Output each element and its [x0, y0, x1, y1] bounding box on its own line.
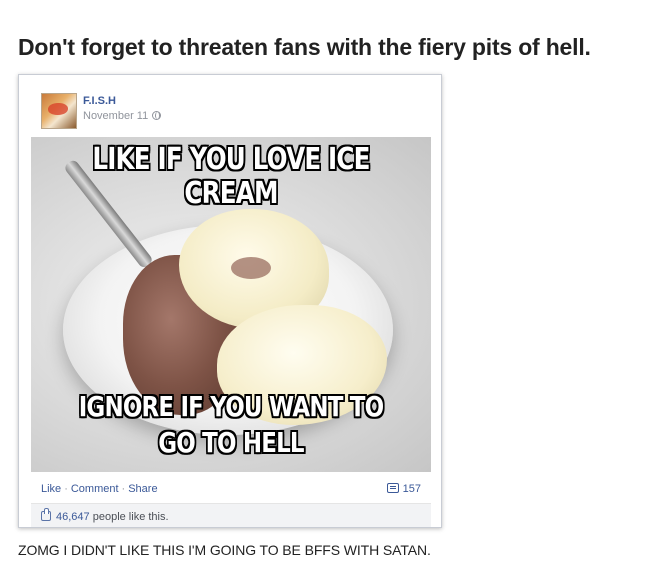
- caption-text: ZOMG I DIDN'T LIKE THIS I'M GOING TO BE …: [18, 542, 431, 558]
- likes-summary: 46,647 people like this.: [31, 503, 431, 527]
- meme-bottom-text: IGNORE IF YOU WANT TO GO TO HELL: [67, 389, 395, 461]
- meme-bottom-line-1: IGNORE IF YOU WANT TO: [78, 390, 384, 423]
- likes-label: people like this.: [92, 511, 169, 523]
- meme-top-text: LIKE IF YOU LOVE ICE CREAM: [92, 142, 370, 211]
- comment-count-value[interactable]: 157: [403, 483, 421, 495]
- post-date-text[interactable]: November 11: [83, 110, 148, 122]
- page-name-link[interactable]: F.I.S.H: [83, 95, 116, 107]
- like-link[interactable]: Like: [41, 483, 61, 495]
- comment-link[interactable]: Comment: [71, 483, 119, 495]
- globe-icon: [152, 111, 162, 120]
- share-link[interactable]: Share: [128, 483, 157, 495]
- chocolate-swirl: [231, 257, 271, 279]
- article-headline: Don't forget to threaten fans with the f…: [18, 34, 591, 60]
- facebook-post-card: F.I.S.H November 11 LIKE IF YOU LOVE ICE…: [18, 74, 442, 528]
- likes-text: 46,647 people like this.: [41, 508, 169, 523]
- post-timestamp[interactable]: November 11: [83, 110, 162, 122]
- comment-count[interactable]: 157: [386, 483, 421, 495]
- post-actions: Like · Comment · Share 157: [41, 483, 421, 495]
- likes-count-link[interactable]: 46,647: [56, 511, 90, 523]
- separator: ·: [121, 483, 126, 495]
- comment-icon: [386, 483, 399, 493]
- thumbs-up-icon: [41, 508, 51, 521]
- meme-bottom-line-2: GO TO HELL: [158, 426, 304, 459]
- separator: ·: [64, 483, 68, 495]
- page-avatar[interactable]: [41, 93, 77, 129]
- post-image[interactable]: LIKE IF YOU LOVE ICE CREAM IGNORE IF YOU…: [31, 137, 431, 472]
